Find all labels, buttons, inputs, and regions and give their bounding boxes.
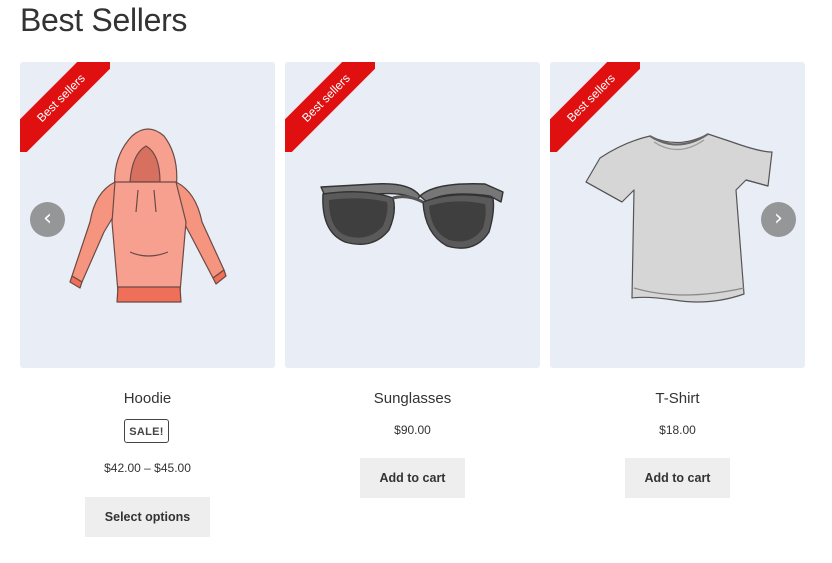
ribbon-container: Best sellers [550, 62, 640, 152]
add-to-cart-button[interactable]: Add to cart [360, 458, 465, 498]
chevron-right-icon[interactable]: › [761, 202, 796, 237]
product-carousel: Best sellers Hoodie SALE! $42.00 – $45.0… [20, 62, 805, 552]
product-price: $90.00 [394, 423, 431, 437]
select-options-button[interactable]: Select options [85, 497, 210, 537]
section-title: Best Sellers [20, 2, 188, 38]
product-price: $42.00 – $45.00 [104, 461, 191, 475]
ribbon-container: Best sellers [285, 62, 375, 152]
best-sellers-ribbon: Best sellers [285, 62, 375, 152]
product-price: $18.00 [659, 423, 696, 437]
best-sellers-ribbon: Best sellers [550, 62, 640, 152]
product-card-sunglasses: Best sellers Sunglasses $90.00 Add to ca… [285, 62, 540, 552]
product-title[interactable]: T-Shirt [550, 390, 805, 407]
chevron-left-icon[interactable]: ‹ [30, 202, 65, 237]
best-sellers-ribbon: Best sellers [20, 62, 110, 152]
add-to-cart-button[interactable]: Add to cart [625, 458, 730, 498]
ribbon-container: Best sellers [20, 62, 110, 152]
sale-badge: SALE! [124, 419, 169, 443]
product-title[interactable]: Hoodie [20, 390, 275, 407]
product-card-tshirt: Best sellers T-Shirt $18.00 Add to cart [550, 62, 805, 552]
product-title[interactable]: Sunglasses [285, 390, 540, 407]
product-card-hoodie: Best sellers Hoodie SALE! $42.00 – $45.0… [20, 62, 275, 552]
product-image-sunglasses[interactable]: Best sellers [285, 62, 540, 368]
